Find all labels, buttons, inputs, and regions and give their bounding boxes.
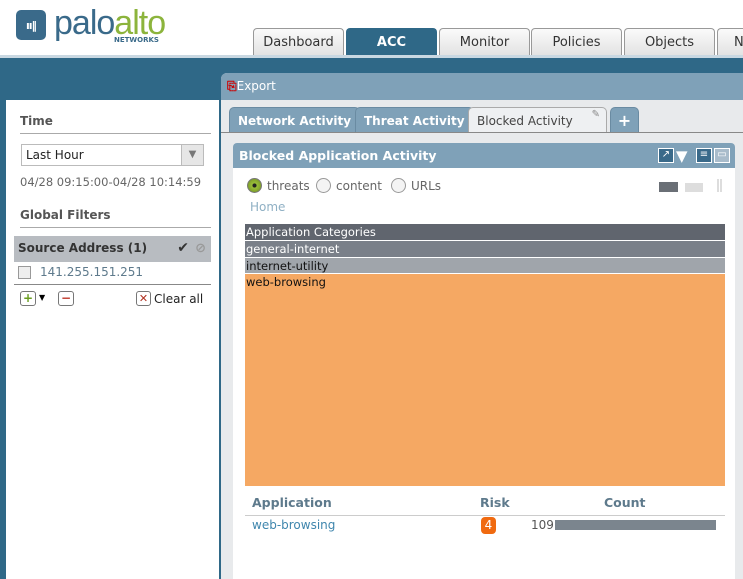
clear-icon[interactable]: ✕ <box>136 291 151 306</box>
column-application[interactable]: Application <box>252 495 332 510</box>
filter-checkbox[interactable] <box>18 266 31 279</box>
divider <box>245 515 725 516</box>
logo-sub: NETWORKS <box>114 36 159 44</box>
export-button[interactable]: ⎘Export <box>221 73 743 100</box>
bar-view-icon[interactable] <box>717 179 722 192</box>
radio-label: threats <box>267 178 310 193</box>
treemap-view-icon[interactable] <box>659 182 678 192</box>
widget: Blocked Application Activity ↗ ▼ ≡ ▭ thr… <box>233 143 735 579</box>
negate-icon[interactable]: ⊘ <box>195 241 206 256</box>
export-label: Export <box>236 79 276 93</box>
radio-label: URLs <box>411 178 442 193</box>
source-address-title: Source Address (1) <box>18 241 148 255</box>
export-icon[interactable]: ▭ <box>714 148 730 163</box>
radio-icon <box>391 178 406 193</box>
remove-filter-icon[interactable]: − <box>58 291 74 306</box>
chevron-down-icon[interactable]: ▼ <box>39 293 45 302</box>
tab-blocked-activity[interactable]: Blocked Activity ✎ <box>468 107 607 133</box>
area-view-icon[interactable] <box>685 183 703 192</box>
nav-tab-objects[interactable]: Objects <box>624 28 715 56</box>
divider <box>14 284 211 285</box>
radio-label: content <box>336 178 382 193</box>
count-bar <box>555 520 716 530</box>
radio-content[interactable]: content <box>316 178 382 193</box>
count-value: 109 <box>531 518 554 532</box>
nav-tab-acc[interactable]: ACC <box>346 28 437 56</box>
chevron-down-icon[interactable]: ▼ <box>181 145 203 165</box>
list-icon[interactable]: ≡ <box>696 148 712 163</box>
edit-icon[interactable]: ✎ <box>592 109 600 120</box>
time-value: Last Hour <box>26 148 84 162</box>
filter-icon[interactable]: ▼ <box>676 147 688 165</box>
tab-threat-activity[interactable]: Threat Activity <box>355 107 474 133</box>
risk-badge: 4 <box>481 517 496 534</box>
check-all-icon[interactable]: ✔ <box>177 240 189 256</box>
radio-icon <box>316 178 331 193</box>
treemap-cell-general-internet[interactable]: general-internet <box>245 240 725 257</box>
source-address-header: Source Address (1) ✔ ⊘ <box>14 236 211 262</box>
jump-icon[interactable]: ↗ <box>658 148 674 163</box>
radio-threats[interactable]: threats <box>247 178 310 193</box>
column-count[interactable]: Count <box>604 495 646 510</box>
breadcrumb-home[interactable]: Home <box>250 200 285 214</box>
radio-selected-icon <box>247 178 262 193</box>
divider <box>221 132 743 133</box>
clear-all-button[interactable]: Clear all <box>154 292 203 306</box>
logo-icon: ıı‖ <box>16 10 46 40</box>
time-label: Time <box>20 114 211 134</box>
add-filter-icon[interactable]: + <box>20 291 36 306</box>
global-filters-label: Global Filters <box>20 208 211 228</box>
nav-tab-network[interactable]: N <box>717 28 743 56</box>
column-risk[interactable]: Risk <box>480 495 510 510</box>
nav-tab-policies[interactable]: Policies <box>531 28 622 56</box>
main-panel: ⎘Export Network Activity Threat Activity… <box>221 73 743 579</box>
treemap-header: Application Categories <box>245 224 725 240</box>
time-range: 04/28 09:15:00-04/28 10:14:59 <box>20 175 202 189</box>
widget-title: Blocked Application Activity <box>239 148 437 163</box>
add-tab-button[interactable]: + <box>610 107 639 133</box>
filter-panel: Time Last Hour ▼ 04/28 09:15:00-04/28 10:… <box>6 100 219 579</box>
time-select[interactable]: Last Hour ▼ <box>21 144 204 166</box>
nav-tab-monitor[interactable]: Monitor <box>439 28 530 56</box>
treemap-cell-internet-utility[interactable]: internet-utility <box>245 257 725 273</box>
pdf-icon: ⎘ <box>227 79 237 93</box>
nav-tab-dashboard[interactable]: Dashboard <box>253 28 344 56</box>
tab-label: Blocked Activity <box>477 113 573 128</box>
filter-value: 141.255.151.251 <box>40 265 144 279</box>
tab-network-activity[interactable]: Network Activity <box>229 107 361 133</box>
logo-text-a: palo <box>54 4 115 42</box>
treemap-cell-web-browsing[interactable]: web-browsing <box>245 273 725 486</box>
app-link[interactable]: web-browsing <box>252 518 335 532</box>
radio-urls[interactable]: URLs <box>391 178 441 193</box>
